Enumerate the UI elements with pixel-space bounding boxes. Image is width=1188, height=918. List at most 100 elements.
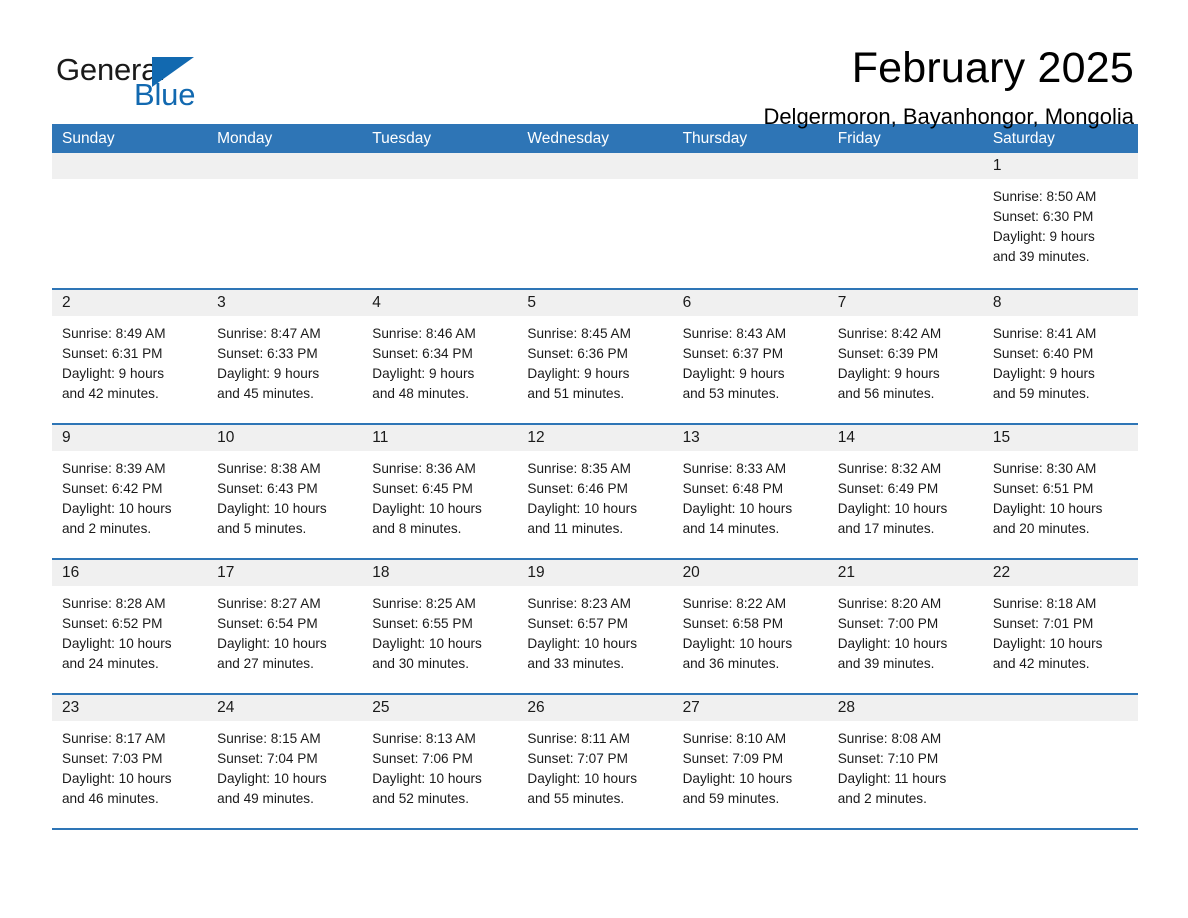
day-cell[interactable]: 10 Sunrise: 8:38 AM Sunset: 6:43 PM Dayligh… bbox=[207, 425, 363, 558]
day-cell[interactable]: 15 Sunrise: 8:30 AM Sunset: 6:51 PM Dayligh… bbox=[982, 425, 1138, 558]
day-details: Sunrise: 8:47 AM Sunset: 6:33 PM Daylight:… bbox=[207, 316, 362, 404]
daylight-text: Daylight: 9 hours bbox=[62, 366, 165, 381]
day-cell[interactable]: 18 Sunrise: 8:25 AM Sunset: 6:55 PM Dayligh… bbox=[362, 560, 518, 693]
day-cell[interactable]: 6 Sunrise: 8:43 AM Sunset: 6:37 PM Daylight… bbox=[672, 290, 828, 423]
day-details: Sunrise: 8:25 AM Sunset: 6:55 PM Daylight:… bbox=[362, 586, 517, 674]
day-cell[interactable]: 11 Sunrise: 8:36 AM Sunset: 6:45 PM Dayligh… bbox=[362, 425, 518, 558]
sunrise-text: Sunrise: 8:32 AM bbox=[837, 461, 942, 476]
weekday-header-saturday: Saturday bbox=[992, 130, 1055, 147]
daylight-text: and 56 minutes. bbox=[837, 386, 935, 401]
day-cell[interactable]: 22 Sunrise: 8:18 AM Sunset: 7:01 PM Dayligh… bbox=[982, 560, 1138, 693]
daylight-text: and 14 minutes. bbox=[682, 521, 780, 536]
sunrise-text: Sunrise: 8:20 AM bbox=[837, 596, 942, 611]
sunset-text: Sunset: 6:42 PM bbox=[62, 481, 163, 496]
day-cell[interactable]: 2 Sunrise: 8:49 AM Sunset: 6:31 PM Daylight… bbox=[52, 290, 208, 423]
daylight-text: Daylight: 10 hours bbox=[527, 636, 637, 651]
day-number bbox=[52, 153, 208, 179]
day-cell[interactable]: 16 Sunrise: 8:28 AM Sunset: 6:52 PM Dayligh… bbox=[52, 560, 208, 693]
daylight-text: and 42 minutes. bbox=[992, 656, 1090, 671]
daylight-text: Daylight: 10 hours bbox=[62, 501, 172, 516]
daylight-text: and 5 minutes. bbox=[217, 521, 307, 536]
day-details: Sunrise: 8:50 AM Sunset: 6:30 PM Daylight:… bbox=[983, 179, 1138, 267]
day-details: Sunrise: 8:32 AM Sunset: 6:49 PM Daylight:… bbox=[828, 451, 983, 539]
sunrise-text: Sunrise: 8:45 AM bbox=[527, 326, 631, 341]
day-details: Sunrise: 8:13 AM Sunset: 7:06 PM Daylight:… bbox=[362, 721, 517, 809]
sunset-text: Sunset: 6:33 PM bbox=[217, 346, 318, 361]
day-cell[interactable]: 26 Sunrise: 8:11 AM Sunset: 7:07 PM Dayligh… bbox=[517, 695, 673, 828]
day-cell-empty bbox=[982, 695, 1138, 828]
sunrise-text: Sunrise: 8:25 AM bbox=[372, 596, 476, 611]
weekday-header-row: Sunday Monday Tuesday Wednesday Thursday Frid… bbox=[52, 124, 1138, 153]
day-cell[interactable]: 7 Sunrise: 8:42 AM Sunset: 6:39 PM Daylight… bbox=[827, 290, 983, 423]
day-cell[interactable]: 21 Sunrise: 8:20 AM Sunset: 7:00 PM Dayligh… bbox=[827, 560, 983, 693]
sunrise-text: Sunrise: 8:47 AM bbox=[217, 326, 321, 341]
day-number: 21 bbox=[827, 560, 983, 586]
daylight-text: Daylight: 10 hours bbox=[992, 501, 1103, 516]
daylight-text: and 2 minutes. bbox=[837, 791, 927, 806]
day-details: Sunrise: 8:39 AM Sunset: 6:42 PM Daylight:… bbox=[52, 451, 207, 539]
day-details: Sunrise: 8:41 AM Sunset: 6:40 PM Daylight:… bbox=[983, 316, 1138, 404]
day-number bbox=[982, 695, 1138, 721]
day-number: 9 bbox=[52, 425, 208, 451]
day-cell[interactable]: 24 Sunrise: 8:15 AM Sunset: 7:04 PM Dayligh… bbox=[207, 695, 363, 828]
daylight-text: and 39 minutes. bbox=[837, 656, 935, 671]
sunset-text: Sunset: 6:55 PM bbox=[372, 616, 473, 631]
sunset-text: Sunset: 7:04 PM bbox=[217, 751, 318, 766]
day-cell[interactable]: 13 Sunrise: 8:33 AM Sunset: 6:48 PM Dayligh… bbox=[672, 425, 828, 558]
sunrise-text: Sunrise: 8:36 AM bbox=[372, 461, 476, 476]
sunset-text: Sunset: 6:30 PM bbox=[992, 209, 1094, 224]
daylight-text: and 59 minutes. bbox=[992, 386, 1090, 401]
day-cell[interactable]: 25 Sunrise: 8:13 AM Sunset: 7:06 PM Dayligh… bbox=[362, 695, 518, 828]
calendar-weeks: 1 Sunrise: 8:50 AM Sunset: 6:30 PM Daylight… bbox=[52, 153, 1138, 828]
daylight-text: and 59 minutes. bbox=[682, 791, 780, 806]
day-cell[interactable]: 8 Sunrise: 8:41 AM Sunset: 6:40 PM Daylight… bbox=[982, 290, 1138, 423]
day-cell[interactable]: 9 Sunrise: 8:39 AM Sunset: 6:42 PM Daylight… bbox=[52, 425, 208, 558]
sunset-text: Sunset: 7:06 PM bbox=[372, 751, 473, 766]
day-cell[interactable]: 20 Sunrise: 8:22 AM Sunset: 6:58 PM Dayligh… bbox=[672, 560, 828, 693]
day-number: 17 bbox=[207, 560, 363, 586]
day-cell[interactable]: 1 Sunrise: 8:50 AM Sunset: 6:30 PM Daylight… bbox=[982, 153, 1138, 288]
day-cell-empty bbox=[672, 153, 828, 288]
sunset-text: Sunset: 6:36 PM bbox=[527, 346, 628, 361]
sunset-text: Sunset: 6:57 PM bbox=[527, 616, 628, 631]
daylight-text: and 49 minutes. bbox=[217, 791, 314, 806]
sunrise-text: Sunrise: 8:49 AM bbox=[62, 326, 166, 341]
daylight-text: and 24 minutes. bbox=[62, 656, 159, 671]
sunrise-text: Sunrise: 8:27 AM bbox=[217, 596, 321, 611]
day-number: 22 bbox=[982, 560, 1138, 586]
daylight-text: and 52 minutes. bbox=[372, 791, 470, 806]
day-cell[interactable]: 14 Sunrise: 8:32 AM Sunset: 6:49 PM Dayligh… bbox=[827, 425, 983, 558]
day-details: Sunrise: 8:36 AM Sunset: 6:45 PM Daylight:… bbox=[362, 451, 517, 539]
day-cell[interactable]: 27 Sunrise: 8:10 AM Sunset: 7:09 PM Dayligh… bbox=[672, 695, 828, 828]
brand-name-blue: Blue bbox=[134, 77, 196, 112]
daylight-text: and 33 minutes. bbox=[527, 656, 625, 671]
day-details: Sunrise: 8:22 AM Sunset: 6:58 PM Daylight:… bbox=[673, 586, 828, 674]
calendar-week-row: 2 Sunrise: 8:49 AM Sunset: 6:31 PM Daylight… bbox=[52, 288, 1138, 423]
daylight-text: Daylight: 9 hours bbox=[527, 366, 630, 381]
day-cell[interactable]: 5 Sunrise: 8:45 AM Sunset: 6:36 PM Daylight… bbox=[517, 290, 673, 423]
calendar-week-row: 9 Sunrise: 8:39 AM Sunset: 6:42 PM Daylight… bbox=[52, 423, 1138, 558]
sunrise-text: Sunrise: 8:39 AM bbox=[62, 461, 166, 476]
calendar-week-row: 1 Sunrise: 8:50 AM Sunset: 6:30 PM Daylight… bbox=[52, 153, 1138, 288]
daylight-text: Daylight: 9 hours bbox=[992, 366, 1095, 381]
day-cell[interactable]: 17 Sunrise: 8:27 AM Sunset: 6:54 PM Dayligh… bbox=[207, 560, 363, 693]
day-cell[interactable]: 4 Sunrise: 8:46 AM Sunset: 6:34 PM Daylight… bbox=[362, 290, 518, 423]
day-cell[interactable]: 28 Sunrise: 8:08 AM Sunset: 7:10 PM Dayligh… bbox=[827, 695, 983, 828]
day-number: 1 bbox=[982, 153, 1138, 179]
sunrise-text: Sunrise: 8:46 AM bbox=[372, 326, 476, 341]
day-cell[interactable]: 23 Sunrise: 8:17 AM Sunset: 7:03 PM Dayligh… bbox=[52, 695, 208, 828]
day-details: Sunrise: 8:30 AM Sunset: 6:51 PM Daylight:… bbox=[983, 451, 1138, 539]
daylight-text: Daylight: 10 hours bbox=[62, 636, 172, 651]
calendar-page: General Blue February 2025 Delgermoron, … bbox=[0, 0, 1188, 918]
sunrise-text: Sunrise: 8:15 AM bbox=[217, 731, 321, 746]
day-cell[interactable]: 19 Sunrise: 8:23 AM Sunset: 6:57 PM Dayligh… bbox=[517, 560, 673, 693]
day-number: 18 bbox=[362, 560, 518, 586]
daylight-text: and 8 minutes. bbox=[372, 521, 462, 536]
brand-logo[interactable]: General Blue bbox=[56, 46, 276, 112]
daylight-text: Daylight: 10 hours bbox=[682, 636, 793, 651]
day-details: Sunrise: 8:35 AM Sunset: 6:46 PM Daylight:… bbox=[517, 451, 672, 539]
daylight-text: and 27 minutes. bbox=[217, 656, 314, 671]
day-cell[interactable]: 3 Sunrise: 8:47 AM Sunset: 6:33 PM Daylight… bbox=[207, 290, 363, 423]
day-cell[interactable]: 12 Sunrise: 8:35 AM Sunset: 6:46 PM Dayligh… bbox=[517, 425, 673, 558]
day-number bbox=[207, 153, 363, 179]
